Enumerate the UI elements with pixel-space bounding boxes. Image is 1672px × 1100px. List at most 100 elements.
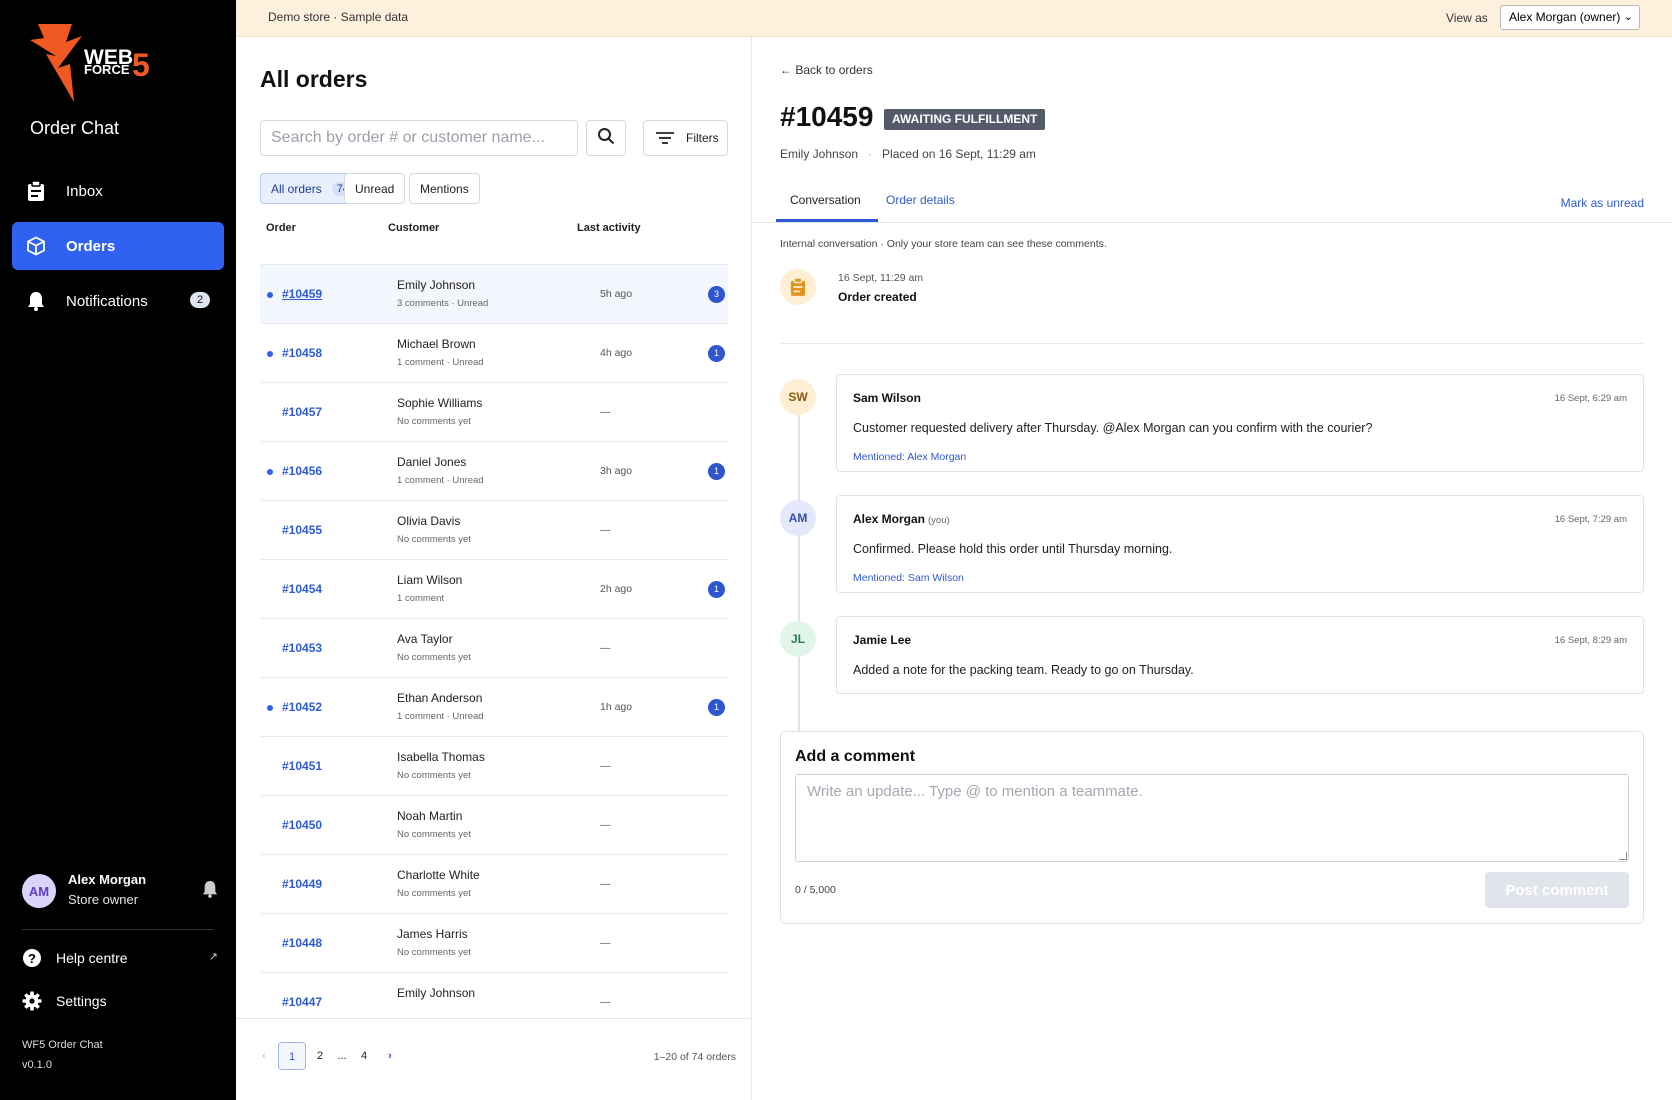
chip-unread[interactable]: Unread [344,173,406,204]
next-page-icon[interactable]: › [376,1042,404,1070]
table-row[interactable]: #10458 Michael Brown 1 comment · Unread 4h … [260,323,728,382]
banner-text: Demo store · Sample data [268,10,409,24]
table-row[interactable]: #10447 Emily Johnson No comments yet — [260,972,728,1007]
comment-count-badge: 1 [708,345,725,362]
unread-dot [267,351,273,357]
comment-summary: 1 comment · Unread [397,711,484,722]
column-order: Order [266,222,296,234]
order-number-link[interactable]: #10448 [282,936,322,950]
order-number-link[interactable]: #10453 [282,641,322,655]
brand-logo[interactable]: WEB FORCE 5 [28,24,178,108]
back-to-orders-link[interactable]: ← Back to orders [780,63,873,77]
last-activity: — [600,642,611,654]
user-role: Store owner [68,892,139,907]
table-row[interactable]: #10456 Daniel Jones 1 comment · Unread 3h a… [260,441,728,500]
last-activity: 3h ago [600,465,633,477]
footer-app-name: WF5 Order Chat [22,1039,103,1051]
order-number-link[interactable]: #10458 [282,346,322,360]
table-row[interactable]: #10452 Ethan Anderson 1 comment · Unread 1h… [260,677,728,736]
user-bell-icon[interactable] [202,880,218,903]
add-comment-form: Add a comment Write an update... Type @ … [780,731,1644,924]
table-row[interactable]: #10449 Charlotte White No comments yet — [260,854,728,913]
table-row[interactable]: #10459 Emily Johnson 3 comments · Unread 5h… [260,264,728,323]
nav-item-orders[interactable]: Orders [12,222,224,270]
comment-avatar: AM [780,500,816,536]
chevron-down-icon: ⌄ [1623,11,1633,23]
unread-dot [267,292,273,298]
order-number-link[interactable]: #10456 [282,464,322,478]
last-activity: 2h ago [600,583,633,595]
event-divider [780,343,1644,344]
table-row[interactable]: #10455 Olivia Davis No comments yet — [260,500,728,559]
last-activity: — [600,878,611,890]
order-number-link[interactable]: #10451 [282,759,322,773]
customer-name: Daniel Jones [397,455,467,469]
filters-button[interactable]: Filters [643,120,728,156]
last-activity: — [600,760,611,772]
search-input[interactable]: Search by order # or customer name... [260,120,578,156]
help-centre-label: Help centre [56,950,128,966]
page-1[interactable]: 1 [278,1042,306,1070]
order-number-link[interactable]: #10450 [282,818,322,832]
tab-conversation[interactable]: Conversation [790,193,861,207]
comment-textarea[interactable]: Write an update... Type @ to mention a t… [795,774,1629,862]
page-4[interactable]: 4 [350,1042,378,1070]
view-as-select[interactable]: Alex Morgan (owner) ⌄ [1500,5,1640,30]
current-user[interactable]: AM Alex Morgan Store owner [22,872,218,912]
user-avatar: AM [22,874,56,908]
order-number-link[interactable]: #10459 [282,287,322,301]
page-title: All orders [260,66,368,92]
comment-time: 16 Sept, 8:29 am [1554,635,1627,646]
settings-label: Settings [56,993,107,1009]
order-meta: Emily Johnson · Placed on 16 Sept, 11:29 a… [780,147,1036,161]
comment-mention[interactable]: Mentioned: Sam Wilson [853,572,964,584]
order-number-link[interactable]: #10454 [282,582,322,596]
table-row[interactable]: #10453 Ava Taylor No comments yet — [260,618,728,677]
order-placed-date: Placed on 16 Sept, 11:29 am [882,147,1036,161]
prev-page-icon[interactable]: ‹ [250,1042,278,1070]
table-row[interactable]: #10457 Sophie Williams No comments yet — [260,382,728,441]
add-comment-title: Add a comment [795,748,916,765]
comment-body: Added a note for the packing team. Ready… [853,663,1194,677]
table-row[interactable]: #10450 Noah Martin No comments yet — [260,795,728,854]
customer-name: Noah Martin [397,809,463,823]
status-badge: AWAITING FULFILLMENT [884,109,1046,130]
customer-name: Emily Johnson [397,986,476,1000]
order-number-link[interactable]: #10449 [282,877,322,891]
last-activity: — [600,406,611,418]
post-comment-button[interactable]: Post comment [1485,872,1629,908]
pagination: ‹ 1 2... 4 › 1–20 of 74 orders [236,1018,752,1100]
order-customer: Emily Johnson [780,147,859,161]
pagination-summary: 1–20 of 74 orders [653,1051,736,1063]
nav-item-notifications[interactable]: Notifications 2 [12,277,224,325]
customer-name: Michael Brown [397,337,476,351]
search-button[interactable] [586,120,626,156]
tab-order-details[interactable]: Order details [886,193,955,207]
chip-mentions[interactable]: Mentions [409,173,480,204]
customer-name: Emily Johnson [397,278,476,292]
settings-link[interactable]: Settings [22,989,218,1013]
table-row[interactable]: #10451 Isabella Thomas No comments yet — [260,736,728,795]
customer-name: Ethan Anderson [397,691,483,705]
comment-mention[interactable]: Mentioned: Alex Morgan [853,451,966,463]
nav-item-inbox[interactable]: Inbox [12,167,224,215]
detail-tabs: Conversation Order details Mark as unrea… [752,179,1672,223]
sidebar-divider [22,929,214,930]
comment-card: Alex Morgan (you) 16 Sept, 7:29 am Confir… [836,495,1644,593]
help-centre-link[interactable]: ? Help centre ↗ [22,946,218,970]
order-number-link[interactable]: #10447 [282,995,322,1007]
table-row[interactable]: #10448 James Harris No comments yet — [260,913,728,972]
app-name: Order Chat [30,118,120,138]
unread-dot [267,469,273,475]
order-number-link[interactable]: #10457 [282,405,322,419]
resize-handle-icon[interactable] [1619,852,1627,860]
mark-as-unread-link[interactable]: Mark as unread [1561,196,1644,210]
order-detail-panel: ← Back to orders #10459 AWAITING FULFILL… [752,37,1672,1100]
demo-banner: Demo store · Sample data View as Alex Mo… [236,0,1672,37]
order-number-link[interactable]: #10452 [282,700,322,714]
internal-conversation-note: Internal conversation · Only your store … [780,238,1107,250]
table-row[interactable]: #10454 Liam Wilson 1 comment 2h ago 1 [260,559,728,618]
last-activity: — [600,937,611,949]
order-number-link[interactable]: #10455 [282,523,322,537]
last-activity: 1h ago [600,701,633,713]
